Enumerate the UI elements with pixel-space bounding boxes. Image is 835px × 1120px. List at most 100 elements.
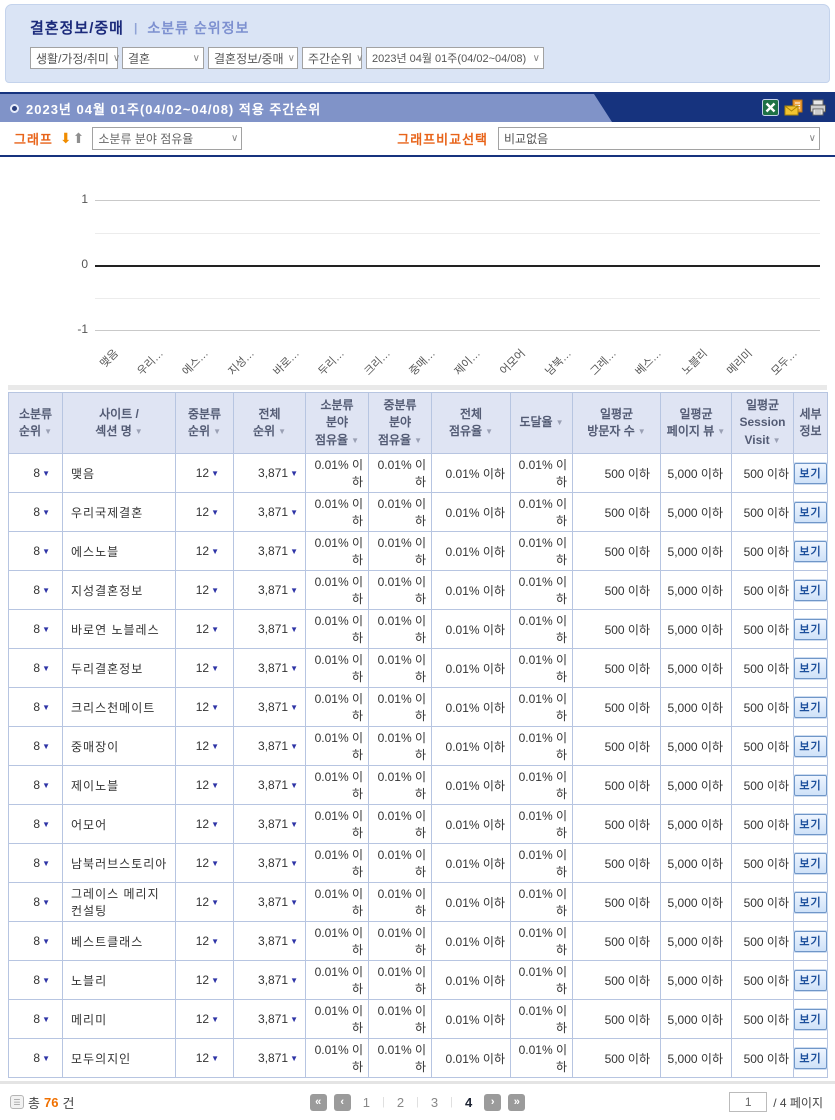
breadcrumb-separator: |	[133, 20, 138, 35]
table-row: 8 ▼ 우리국제결혼 12 ▼ 3,871 ▼ 0.01% 이하 0.01% 이하 0.01% 이…	[8, 492, 828, 533]
last-page-button[interactable]: »	[508, 1093, 526, 1111]
view-detail-button[interactable]: 보기	[794, 774, 827, 796]
detail-cell: 보기	[793, 999, 828, 1040]
filter-select-3[interactable]: 주간순위 ∨	[302, 47, 364, 69]
rank-change-icon: ▼	[211, 976, 219, 986]
print-icon[interactable]	[809, 99, 827, 116]
page-title: 결혼정보/중매	[30, 20, 124, 37]
graph-metric-select[interactable]: 소분류 분야 점유율 ∨	[92, 127, 243, 150]
table-row: 8 ▼ 그레이스 메리지컨설팅 12 ▼ 3,871 ▼ 0.01% 이하 0.01% 이하 0.…	[8, 882, 828, 923]
graph-compare-select[interactable]: 비교없음 ∨	[498, 127, 820, 150]
small-share-cell: 0.01% 이하	[305, 765, 369, 806]
view-detail-button[interactable]: 보기	[794, 1008, 827, 1030]
view-detail-button[interactable]: 보기	[794, 930, 827, 952]
sort-ascending-icon[interactable]: ⬆	[73, 130, 85, 147]
small-rank-cell: 8 ▼	[8, 921, 63, 962]
page-total-label: / 4 페이지	[773, 1095, 823, 1110]
mid-rank-cell: 12 ▼	[175, 609, 234, 650]
site-name-cell: 두리결혼정보	[62, 648, 176, 689]
view-detail-button[interactable]: 보기	[794, 891, 827, 913]
detail-cell: 보기	[793, 1038, 828, 1079]
ranking-table: 소분류 순위 ▼ 사이트 / 섹션 명 ▼ 중분류 순위 ▼ 전체 순위 ▼ 소분류 분야 점유율 ▼ 중분류 분…	[8, 391, 828, 1079]
view-detail-button[interactable]: 보기	[794, 852, 827, 874]
small-rank-cell: 8 ▼	[8, 726, 63, 767]
daily-visitors-cell: 500 이하	[572, 648, 661, 689]
mid-share-cell: 0.01% 이하	[368, 804, 432, 845]
view-detail-button[interactable]: 보기	[794, 462, 827, 484]
page-number-4[interactable]: 4	[460, 1095, 477, 1110]
sort-descending-icon[interactable]: ⬇	[60, 130, 72, 147]
total-share-cell: 0.01% 이하	[431, 609, 511, 650]
rank-change-icon: ▼	[211, 664, 219, 674]
detail-cell: 보기	[793, 765, 828, 806]
detail-cell: 보기	[793, 531, 828, 572]
site-name-cell: 바로연 노블레스	[62, 609, 176, 650]
detail-cell: 보기	[793, 609, 828, 650]
rank-change-icon: ▼	[42, 976, 50, 986]
total-share-cell: 0.01% 이하	[431, 687, 511, 728]
view-detail-button[interactable]: 보기	[794, 540, 827, 562]
filter-select-4[interactable]: 2023년 04월 01주(04/02~04/08) ∨	[366, 47, 544, 69]
table-row: 8 ▼ 제이노블 12 ▼ 3,871 ▼ 0.01% 이하 0.01% 이하 0.01% 이하 0…	[8, 765, 828, 806]
mail-report-icon[interactable]	[784, 99, 804, 116]
view-detail-button[interactable]: 보기	[794, 696, 827, 718]
filter-bar: 생활/가정/취미 ∨ 결혼 ∨ 결혼정보/중매 ∨ 주간순위 ∨ 2023년 04월 01주(0…	[30, 47, 829, 69]
view-detail-button[interactable]: 보기	[794, 1047, 827, 1069]
chevron-down-icon: ∨	[808, 133, 816, 144]
total-rank-cell: 3,871 ▼	[233, 726, 306, 767]
total-rank-cell: 3,871 ▼	[233, 921, 306, 962]
view-detail-button[interactable]: 보기	[794, 657, 827, 679]
daily-visitors-cell: 500 이하	[572, 1038, 661, 1079]
site-name-cell: 어모어	[62, 804, 176, 845]
daily-session-cell: 500 이하	[731, 960, 794, 1001]
next-page-button[interactable]: ›	[484, 1093, 502, 1111]
rank-change-icon: ▼	[42, 469, 50, 479]
view-detail-button[interactable]: 보기	[794, 618, 827, 640]
filter-select-2[interactable]: 결혼정보/중매 ∨	[208, 47, 298, 69]
reach-cell: 0.01% 이하	[510, 921, 573, 962]
view-detail-button[interactable]: 보기	[794, 579, 827, 601]
view-detail-button[interactable]: 보기	[794, 735, 827, 757]
excel-export-icon[interactable]	[762, 99, 779, 116]
view-detail-button[interactable]: 보기	[794, 969, 827, 991]
chart-gridline	[95, 232, 820, 234]
total-share-cell: 0.01% 이하	[431, 765, 511, 806]
view-detail-button[interactable]: 보기	[794, 813, 827, 835]
small-share-cell: 0.01% 이하	[305, 804, 369, 845]
reach-cell: 0.01% 이하	[510, 687, 573, 728]
page-input[interactable]	[729, 1092, 768, 1113]
filter-select-value: 주간순위	[308, 51, 353, 66]
column-header-line: Visit ▼	[744, 432, 781, 447]
filter-select-0[interactable]: 생활/가정/취미 ∨	[30, 47, 120, 69]
chevron-down-icon: ∨	[532, 52, 540, 64]
page-number-1[interactable]: 1	[358, 1095, 375, 1110]
rank-change-icon: ▼	[290, 703, 298, 713]
mid-rank-cell: 12 ▼	[175, 687, 234, 728]
detail-cell: 보기	[793, 882, 828, 923]
reach-cell: 0.01% 이하	[510, 453, 573, 494]
reach-cell: 0.01% 이하	[510, 765, 573, 806]
mid-rank-cell: 12 ▼	[175, 765, 234, 806]
prev-page-button[interactable]: ‹	[333, 1093, 351, 1111]
rank-change-icon: ▼	[290, 1054, 298, 1064]
daily-visitors-cell: 500 이하	[572, 921, 661, 962]
table-row: 8 ▼ 지성결혼정보 12 ▼ 3,871 ▼ 0.01% 이하 0.01% 이하 0.01% 이…	[8, 570, 828, 611]
daily-pageviews-cell: 5,000 이하	[660, 999, 732, 1040]
daily-visitors-cell: 500 이하	[572, 570, 661, 611]
filter-select-1[interactable]: 결혼 ∨	[122, 47, 204, 69]
page-number-3[interactable]: 3	[426, 1095, 443, 1110]
reach-cell: 0.01% 이하	[510, 960, 573, 1001]
mid-share-cell: 0.01% 이하	[368, 999, 432, 1040]
page-number-2[interactable]: 2	[392, 1095, 409, 1110]
reach-cell: 0.01% 이하	[510, 1038, 573, 1079]
column-header-line: Session	[739, 415, 786, 430]
view-detail-button[interactable]: 보기	[794, 501, 827, 523]
filter-select-value: 생활/가정/취미	[36, 51, 109, 66]
breadcrumb: 결혼정보/중매 | 소분류 순위정보	[30, 17, 829, 38]
first-page-button[interactable]: «	[309, 1093, 327, 1111]
rank-change-icon: ▼	[211, 937, 219, 947]
detail-cell: 보기	[793, 960, 828, 1001]
table-row: 8 ▼ 맺음 12 ▼ 3,871 ▼ 0.01% 이하 0.01% 이하 0.01% 이하 0.0…	[8, 453, 828, 494]
total-share-cell: 0.01% 이하	[431, 921, 511, 962]
table-row: 8 ▼ 모두의지인 12 ▼ 3,871 ▼ 0.01% 이하 0.01% 이하 0.01% 이하…	[8, 1038, 828, 1079]
